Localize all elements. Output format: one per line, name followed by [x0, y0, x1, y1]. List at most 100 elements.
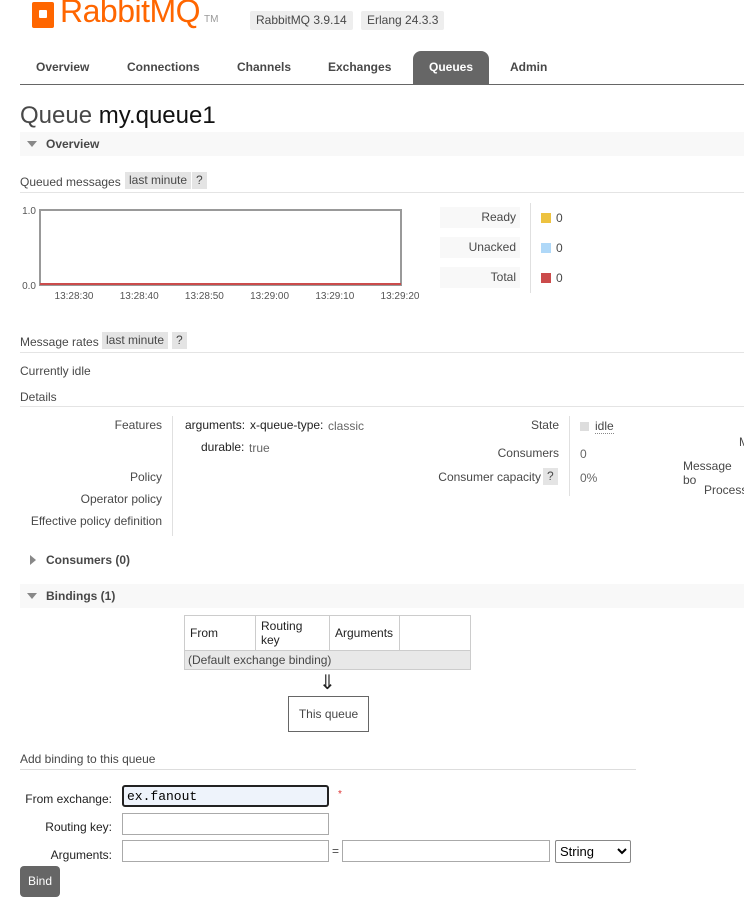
arguments-label: Arguments:	[50, 848, 112, 862]
details-label: Details	[20, 390, 57, 404]
x-tick-label: 13:28:50	[185, 291, 224, 302]
consumer-capacity-label: Consumer capacity	[438, 470, 541, 484]
tab-admin[interactable]: Admin	[494, 51, 563, 84]
legend-total-label: Total	[490, 270, 516, 284]
collapse-triangle-icon	[27, 141, 37, 147]
features-label: Features	[114, 418, 162, 432]
legend-total: Total	[440, 267, 520, 288]
consumer-capacity-value: 0%	[580, 471, 598, 485]
tab-channels[interactable]: Channels	[221, 51, 307, 84]
queue-name: my.queue1	[98, 102, 216, 129]
tab-overview[interactable]: Overview	[20, 51, 105, 84]
details-header: Details	[20, 387, 744, 407]
argument-value-input[interactable]	[342, 840, 550, 862]
policy-label: Policy	[129, 470, 162, 484]
this-queue-box: This queue	[288, 696, 369, 732]
legend-divider	[530, 203, 531, 293]
rates-help-icon[interactable]: ?	[172, 332, 187, 349]
legend-ready-label: Ready	[481, 210, 516, 224]
y-tick-label: 0.0	[22, 281, 36, 292]
state-indicator-icon	[580, 422, 589, 431]
effective-policy-label: Effective policy definition	[30, 514, 162, 528]
consumers-section-toggle[interactable]: Consumers (0)	[20, 548, 744, 572]
message-rates-header: Message rates last minute ?	[20, 331, 744, 353]
rabbit-logo-icon	[32, 2, 54, 28]
expand-triangle-icon	[30, 555, 36, 565]
legend-unacked-value: 0	[556, 241, 563, 255]
bindings-table-header: From Routing key Arguments	[184, 615, 471, 651]
cut-off-label-1: M	[739, 435, 744, 449]
state-label: State	[530, 418, 559, 432]
tab-queues[interactable]: Queues	[413, 51, 490, 84]
bindings-section-toggle[interactable]: Bindings (1)	[20, 584, 744, 608]
equals-sign: =	[332, 844, 340, 858]
queued-messages-chart: 1.0 0.0 13:28:30 13:28:40 13:28:50 13:29:00 13…	[22, 206, 420, 302]
add-binding-title: Add binding to this queue	[20, 752, 156, 766]
trademark: TM	[204, 14, 219, 25]
required-marker: *	[338, 789, 342, 800]
x-tick-label: 13:29:20	[381, 291, 420, 302]
from-exchange-input[interactable]	[122, 785, 329, 807]
col-from: From	[184, 615, 256, 651]
main-nav-tabs: Overview Connections Channels Exchanges …	[20, 51, 744, 85]
legend-unacked-label: Unacked	[468, 240, 516, 254]
durable-key: durable:	[201, 440, 245, 454]
rates-range-selector[interactable]: last minute	[102, 332, 169, 349]
y-tick-label: 1.0	[22, 206, 36, 217]
legend-total-swatch	[541, 273, 551, 283]
currently-idle-text: Currently idle	[20, 364, 91, 378]
rabbitmq-version: RabbitMQ 3.9.14	[250, 11, 353, 30]
consumers-value: 0	[580, 447, 587, 461]
page-title: Queue my.queue1	[20, 102, 216, 130]
state-value: idle	[595, 419, 614, 434]
details-divider-1	[172, 416, 173, 536]
legend-ready-value: 0	[556, 211, 563, 225]
cut-off-label-3: Process	[704, 483, 744, 497]
add-binding-header: Add binding to this queue	[20, 752, 636, 770]
tab-connections[interactable]: Connections	[111, 51, 216, 84]
argument-type-select[interactable]: String	[555, 840, 631, 863]
x-tick-label: 13:29:10	[315, 291, 354, 302]
operator-policy-label: Operator policy	[80, 492, 162, 506]
page-title-prefix: Queue	[20, 102, 93, 129]
legend-ready-swatch	[541, 213, 551, 223]
from-exchange-label: From exchange:	[25, 792, 112, 806]
details-divider-2	[569, 416, 570, 496]
chart-plot-area	[39, 209, 402, 286]
bind-button[interactable]: Bind	[20, 866, 60, 897]
down-arrow-icon: ⇓	[319, 672, 336, 694]
legend-unacked-swatch	[541, 243, 551, 253]
brand-name: RabbitMQ	[60, 0, 201, 29]
legend-total-value: 0	[556, 271, 563, 285]
legend-ready: Ready	[440, 207, 520, 228]
consumers-label: Consumers	[497, 446, 559, 460]
bindings-section-label: Bindings (1)	[46, 589, 116, 603]
routing-key-label: Routing key:	[45, 820, 112, 834]
queued-messages-label: Queued messages	[20, 175, 121, 189]
default-binding-cell: (Default exchange binding)	[184, 650, 471, 670]
x-queue-type-value: classic	[328, 419, 365, 433]
table-row: (Default exchange binding)	[184, 650, 471, 670]
routing-key-input[interactable]	[122, 813, 329, 835]
col-routing-key: Routing key	[255, 615, 330, 651]
consumers-section-label: Consumers (0)	[46, 553, 131, 567]
capacity-help-icon[interactable]: ?	[543, 468, 558, 485]
rabbitmq-logo[interactable]: RabbitMQ TM	[32, 0, 219, 28]
legend-unacked: Unacked	[440, 237, 520, 258]
overview-section-toggle[interactable]: Overview	[20, 132, 744, 156]
x-tick-label: 13:29:00	[250, 291, 289, 302]
col-arguments: Arguments	[329, 615, 400, 651]
queued-help-icon[interactable]: ?	[192, 172, 207, 189]
arguments-key: arguments:	[185, 418, 246, 432]
argument-key-input[interactable]	[122, 840, 329, 862]
overview-section-label: Overview	[46, 137, 100, 151]
x-tick-label: 13:28:40	[120, 291, 159, 302]
durable-value: true	[249, 441, 270, 455]
bindings-table: From Routing key Arguments (Default exch…	[184, 615, 471, 670]
x-queue-type-key: x-queue-type:	[250, 418, 324, 432]
queued-range-selector[interactable]: last minute	[125, 172, 192, 189]
tab-exchanges[interactable]: Exchanges	[312, 51, 407, 84]
col-actions	[399, 615, 471, 651]
collapse-triangle-icon	[27, 593, 37, 599]
erlang-version: Erlang 24.3.3	[361, 11, 445, 30]
